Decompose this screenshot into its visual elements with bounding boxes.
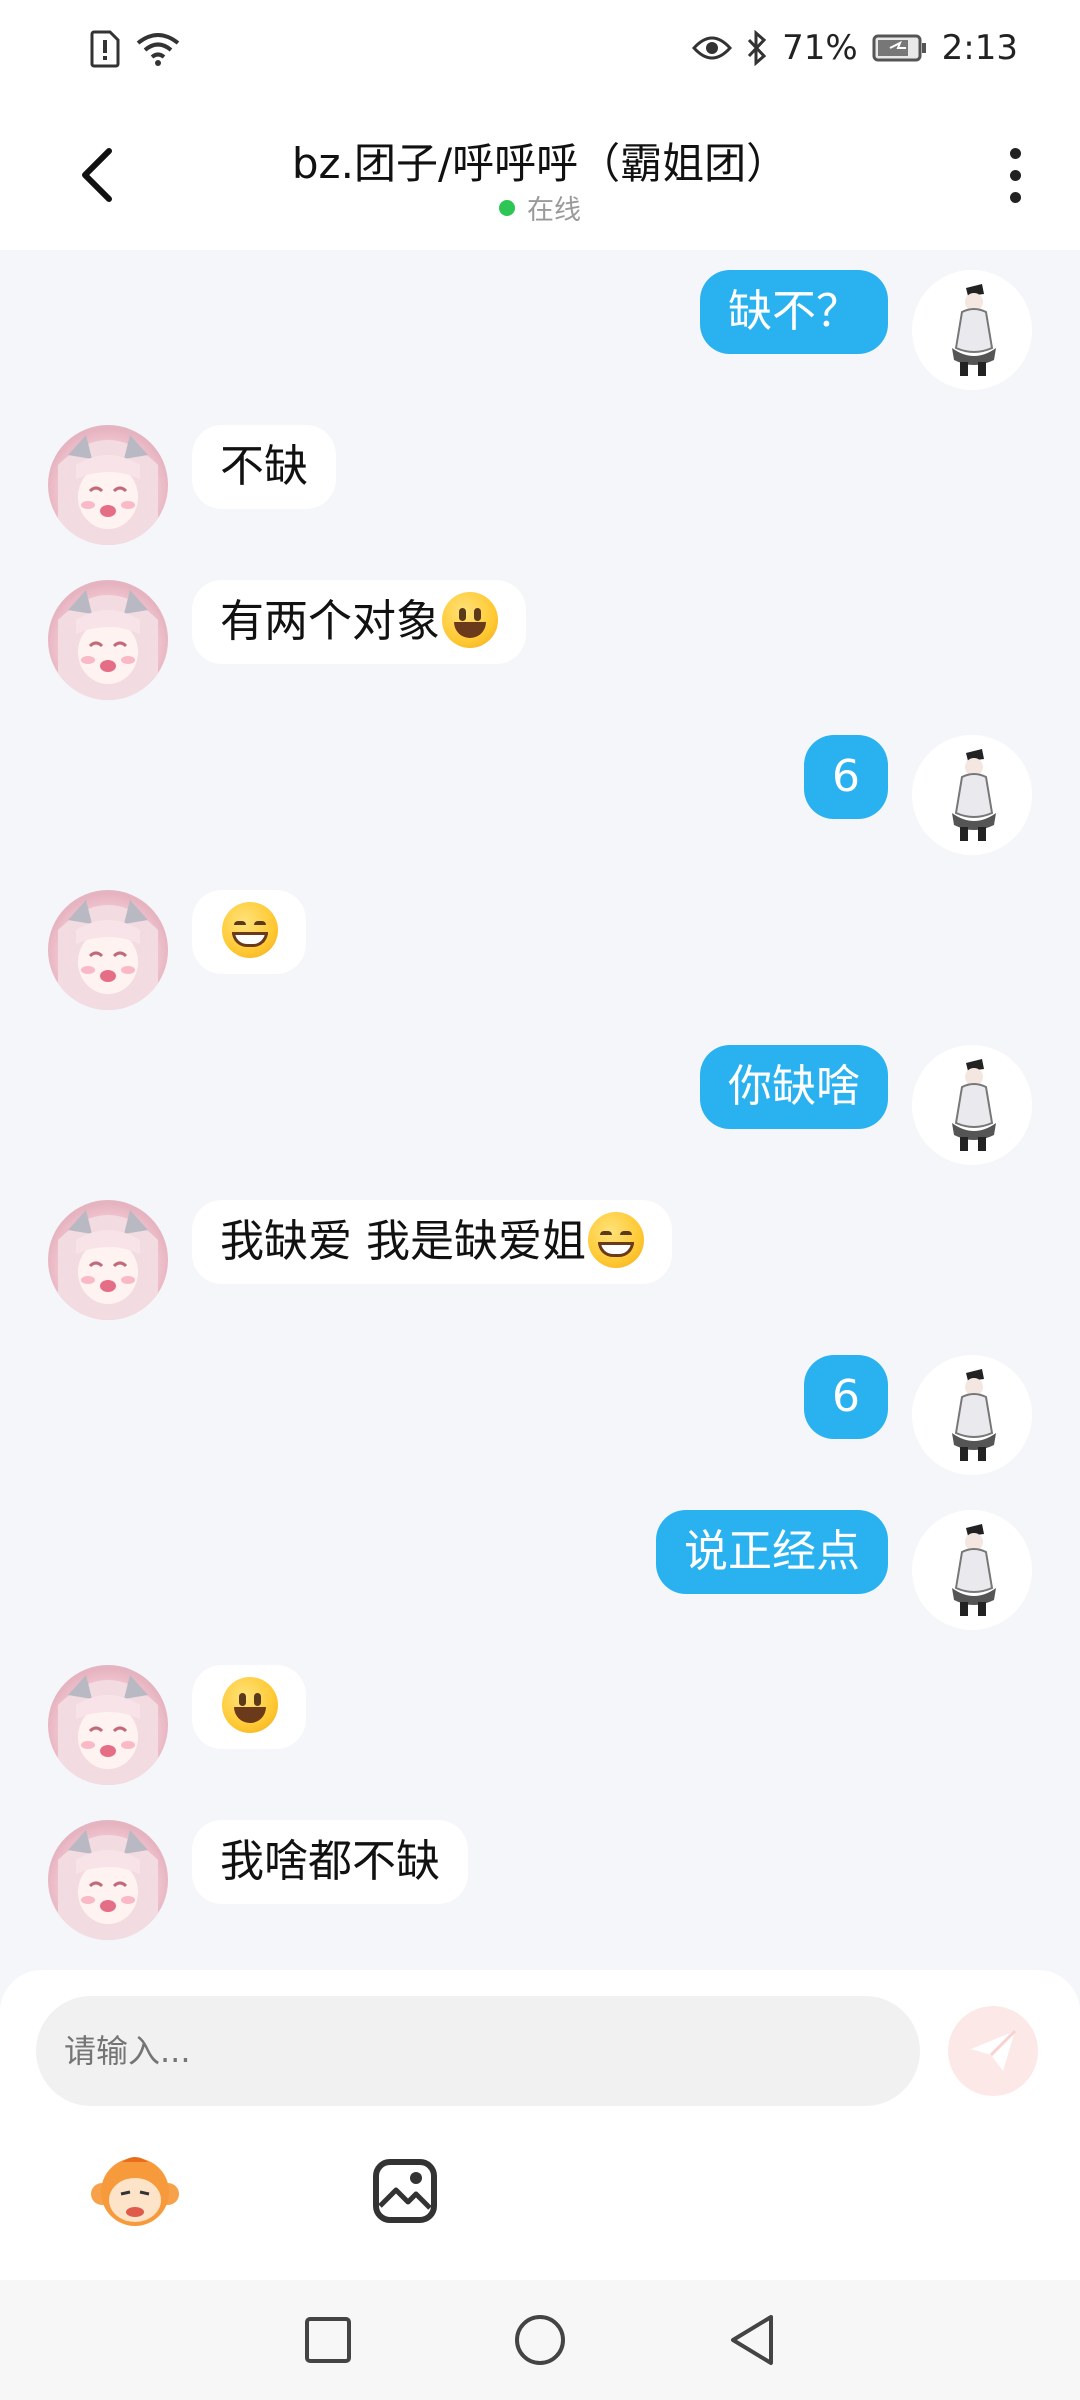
anime-girl-avatar-icon [58,435,158,545]
chibi-figure-avatar-icon [912,735,1032,855]
status-right: 71% 2:13 [692,28,1018,68]
battery-icon [872,34,926,62]
contact-avatar[interactable] [48,425,168,545]
contact-avatar[interactable] [48,890,168,1010]
contact-avatar[interactable] [48,1200,168,1320]
message-bubble[interactable] [192,1665,306,1749]
dot [1009,169,1021,181]
outgoing-message: 你缺啥 [0,1045,1080,1175]
bluetooth-icon [747,30,767,66]
clock: 2:13 [941,28,1018,68]
more-options-button[interactable] [990,140,1040,210]
sim-alert-icon [90,30,120,68]
message-bubble[interactable]: 我啥都不缺 [192,1820,468,1904]
back-nav-button[interactable] [727,2313,777,2367]
my-avatar[interactable] [912,1510,1032,1630]
incoming-message: 我缺爱 我是缺爱姐 [0,1200,1080,1330]
home-button[interactable] [513,2313,567,2367]
chibi-figure-avatar-icon [912,270,1032,390]
message-bubble[interactable]: 说正经点 [656,1510,888,1594]
message-bubble[interactable] [192,890,306,974]
my-avatar[interactable] [912,270,1032,390]
incoming-message [0,1665,1080,1795]
eye-icon [692,36,733,60]
online-status-text: 在线 [527,195,581,226]
contact-avatar[interactable] [48,580,168,700]
status-left [90,30,180,68]
outgoing-message: 说正经点 [0,1510,1080,1640]
recent-apps-button[interactable] [303,2315,353,2365]
chibi-figure-avatar-icon [912,1045,1032,1165]
my-avatar[interactable] [912,1045,1032,1165]
incoming-message: 我啥都不缺 [0,1820,1080,1950]
incoming-message: 有两个对象 [0,580,1080,710]
message-text: 6 [832,751,860,802]
message-text: 有两个对象 [220,596,440,647]
send-icon [971,2029,1017,2071]
image-icon [373,2159,437,2223]
anime-girl-avatar-icon [58,1210,158,1320]
battery-percent: 71% [782,28,858,68]
smiling-face-emoji-icon [442,592,498,648]
message-text: 我缺爱 我是缺爱姐 [220,1216,586,1267]
contact-avatar[interactable] [48,1665,168,1785]
message-list[interactable]: 缺不？ 不缺有两个对象 6 你缺啥我缺爱 我是缺爱姐 6 说正经点我啥都不缺 [0,250,1080,1970]
input-panel [0,1970,1080,2280]
smiling-face-emoji-icon [222,1677,278,1733]
message-text: 我啥都不缺 [220,1836,440,1887]
send-button[interactable] [948,2006,1038,2096]
message-text: 你缺啥 [728,1061,860,1112]
sticker-button[interactable] [90,2150,180,2230]
my-avatar[interactable] [912,1355,1032,1475]
grinning-face-emoji-icon [222,902,278,958]
incoming-message: 不缺 [0,425,1080,555]
grinning-face-emoji-icon [588,1212,644,1268]
dot [1009,191,1021,203]
message-text: 说正经点 [684,1526,860,1577]
chat-header: bz.团子/呼呼呼（霸姐团） 在线 [0,100,1080,250]
status-bar: 71% 2:13 [0,0,1080,100]
message-text: 缺不？ [728,286,860,337]
outgoing-message: 缺不？ [0,270,1080,400]
incoming-message [0,890,1080,1020]
contact-avatar[interactable] [48,1820,168,1940]
system-nav-bar [0,2280,1080,2400]
anime-girl-avatar-icon [58,1675,158,1785]
dot [1009,147,1021,159]
image-button[interactable] [372,2158,438,2224]
message-bubble[interactable]: 我缺爱 我是缺爱姐 [192,1200,672,1284]
my-avatar[interactable] [912,735,1032,855]
message-bubble[interactable]: 6 [804,735,888,819]
message-input[interactable] [36,1996,920,2106]
anime-girl-avatar-icon [58,590,158,700]
online-dot-icon [499,199,515,216]
chibi-figure-avatar-icon [912,1510,1032,1630]
outgoing-message: 6 [0,1355,1080,1485]
message-bubble[interactable]: 6 [804,1355,888,1439]
online-status: 在线 [0,188,1080,227]
monkey-sticker-icon [91,2157,179,2226]
wifi-icon [136,33,180,66]
outgoing-message: 6 [0,735,1080,865]
message-text: 不缺 [220,441,308,492]
chat-screen: 71% 2:13 bz.团子/呼呼呼（霸姐团） 在线 缺不？ 不缺 有两个对象 … [0,0,1080,2400]
anime-girl-avatar-icon [58,1830,158,1940]
anime-girl-avatar-icon [58,900,158,1010]
chibi-figure-avatar-icon [912,1355,1032,1475]
message-text: 6 [832,1371,860,1422]
message-bubble[interactable]: 你缺啥 [700,1045,888,1129]
message-bubble[interactable]: 有两个对象 [192,580,526,664]
message-bubble[interactable]: 不缺 [192,425,336,509]
contact-name: bz.团子/呼呼呼（霸姐团） [291,139,789,188]
message-bubble[interactable]: 缺不？ [700,270,888,354]
